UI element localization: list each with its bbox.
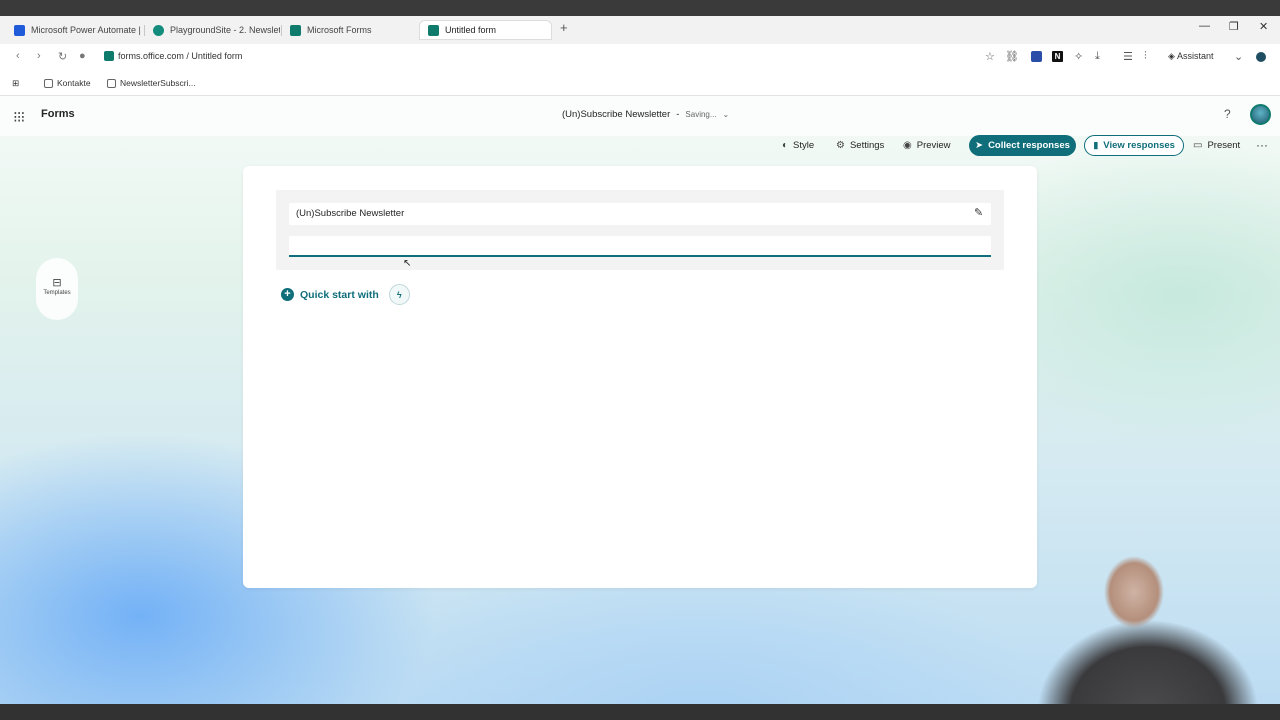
present-button[interactable]: ▭ Present	[1193, 140, 1240, 151]
reload-icon[interactable]: ↻	[58, 50, 67, 63]
collect-responses-button[interactable]: ➤ Collect responses	[969, 135, 1076, 156]
collect-responses-label: Collect responses	[988, 140, 1070, 151]
chevron-down-icon: ⌄	[722, 110, 730, 119]
edit-image-icon[interactable]: ✎	[974, 206, 983, 219]
document-title-text: (Un)Subscribe Newsletter	[562, 109, 671, 120]
templates-icon: ⊟	[52, 277, 62, 289]
tab-untitled-form[interactable]: Untitled form	[419, 20, 552, 40]
browser-tab-strip: Microsoft Power Automate | P PlaygroundS…	[0, 16, 1280, 44]
bookmark-kontakte[interactable]: Kontakte	[44, 78, 91, 88]
url-text: forms.office.com / Untitled form	[118, 51, 243, 61]
extensions-puzzle-icon[interactable]: ✧	[1074, 50, 1083, 63]
style-button[interactable]: ◐ Style	[782, 140, 814, 151]
share-link-icon[interactable]: ⛓	[1005, 50, 1019, 63]
forms-icon	[428, 24, 439, 36]
bookmark-icon	[44, 78, 53, 88]
assistant-icon: ◈	[1168, 51, 1177, 61]
audio-icon[interactable]: ⫶	[1144, 50, 1147, 63]
microphone-icon[interactable]: ●	[79, 50, 86, 62]
tab-label: Untitled form	[445, 25, 497, 35]
url-field[interactable]: forms.office.com / Untitled form	[104, 51, 242, 61]
sharepoint-icon	[153, 24, 164, 36]
os-top-bar	[0, 0, 1280, 16]
view-responses-label: View responses	[1103, 140, 1175, 151]
chart-icon: ▮	[1093, 140, 1099, 151]
help-icon[interactable]: ?	[1224, 107, 1231, 121]
save-status: Saving...	[685, 110, 717, 119]
tab-microsoft-forms[interactable]: Microsoft Forms	[282, 20, 417, 40]
chevron-down-icon[interactable]: ⌄	[1234, 50, 1243, 63]
forms-icon	[290, 24, 301, 36]
tab-power-automate[interactable]: Microsoft Power Automate | P	[6, 20, 141, 40]
close-icon[interactable]: ✕	[1259, 20, 1268, 33]
tab-label: PlaygroundSite - 2. Newslette	[170, 25, 280, 35]
monitor-icon: ▭	[1193, 140, 1203, 151]
lightning-icon[interactable]: ϟ	[388, 284, 410, 305]
preview-button[interactable]: ◉ Preview	[903, 140, 951, 151]
more-options-icon[interactable]: ···	[1256, 138, 1268, 152]
present-label: Present	[1207, 140, 1241, 151]
os-taskbar	[0, 704, 1280, 720]
notion-extension-icon[interactable]: N	[1052, 51, 1063, 62]
tab-label: Microsoft Forms	[307, 25, 372, 35]
new-tab-button[interactable]: +	[560, 20, 568, 35]
bookmark-label: Kontakte	[57, 78, 91, 88]
gear-icon: ⚙	[836, 140, 845, 151]
forward-icon[interactable]: ›	[37, 50, 41, 62]
assistant-label: Assistant	[1176, 51, 1214, 61]
favorite-star-icon[interactable]: ☆	[985, 50, 995, 63]
bookmark-icon	[107, 78, 116, 88]
power-automate-icon	[14, 24, 25, 36]
bookmark-newsletter[interactable]: NewsletterSubscri...	[107, 78, 196, 88]
tab-label: Microsoft Power Automate | P	[31, 25, 141, 35]
quick-start-label: Quick start with	[300, 288, 379, 301]
form-title-input[interactable]: (Un)Subscribe Newsletter	[289, 203, 991, 225]
templates-label: Templates	[43, 290, 71, 296]
apps-grid-icon[interactable]: ⊞	[12, 78, 19, 89]
quick-start-button[interactable]: + Quick start with ϟ	[281, 284, 410, 305]
document-title[interactable]: (Un)Subscribe Newsletter - Saving... ⌄	[562, 109, 729, 120]
form-canvas: (Un)Subscribe Newsletter ✎ + Quick start…	[243, 166, 1037, 588]
mouse-cursor-icon: ↖	[403, 258, 412, 269]
user-avatar[interactable]	[1250, 104, 1271, 125]
style-label: Style	[793, 140, 815, 151]
title-separator: -	[676, 109, 680, 120]
bookmark-label: NewsletterSubscri...	[120, 78, 196, 88]
plus-icon: +	[281, 288, 294, 301]
preview-label: Preview	[916, 140, 951, 151]
extension-icon[interactable]	[1031, 51, 1042, 62]
tab-playground-site[interactable]: PlaygroundSite - 2. Newslette	[145, 20, 280, 40]
eye-icon: ◉	[903, 140, 912, 151]
webcam-overlay	[1028, 550, 1280, 704]
app-launcher-icon[interactable]: ⁝⁝⁝	[13, 108, 25, 126]
back-icon[interactable]: ‹	[16, 50, 20, 62]
download-icon[interactable]: ⤓	[1095, 50, 1100, 63]
reading-list-icon[interactable]: ☰	[1123, 50, 1133, 63]
view-responses-button[interactable]: ▮ View responses	[1084, 135, 1184, 156]
settings-button[interactable]: ⚙ Settings	[836, 140, 884, 151]
templates-button[interactable]: ⊟ Templates	[36, 258, 78, 320]
forms-brand[interactable]: Forms	[41, 108, 75, 120]
form-description-input[interactable]	[289, 236, 991, 257]
minimize-icon[interactable]: —	[1199, 20, 1210, 32]
settings-label: Settings	[849, 140, 885, 151]
palette-icon: ◐	[782, 140, 789, 151]
assistant-button[interactable]: ◈ Assistant	[1168, 51, 1213, 62]
send-icon: ➤	[975, 140, 984, 151]
forms-icon	[104, 51, 114, 61]
form-title-section: (Un)Subscribe Newsletter ✎	[276, 190, 1004, 270]
browser-profile-avatar[interactable]	[1256, 52, 1266, 62]
restore-icon[interactable]: ❐	[1229, 20, 1239, 33]
